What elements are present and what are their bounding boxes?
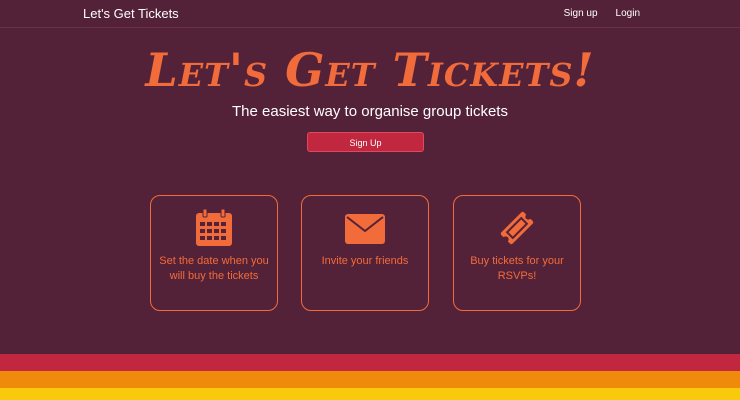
ticket-icon (454, 208, 580, 248)
feature-text-date: Set the date when you will buy the ticke… (159, 255, 269, 282)
nav-signup-link[interactable]: Sign up (564, 8, 598, 19)
nav-login-link[interactable]: Login (616, 8, 640, 19)
footer-stripe-red (0, 354, 740, 371)
footer-stripe-yellow (0, 388, 740, 400)
envelope-icon (302, 208, 428, 248)
feature-card-date: Set the date when you will buy the ticke… (150, 195, 278, 311)
feature-card-buy: Buy tickets for your RSVPs! (453, 195, 581, 311)
hero-title: Let's Get Tickets! (145, 43, 595, 97)
footer-stripe-orange (0, 371, 740, 388)
feature-text-invite: Invite your friends (321, 255, 409, 267)
signup-button[interactable]: Sign Up (307, 132, 424, 152)
calendar-icon (151, 208, 277, 248)
page: Let's Get Tickets Sign up Login Let's Ge… (0, 0, 740, 400)
feature-card-invite: Invite your friends (301, 195, 429, 311)
nav-links: Sign up Login (564, 8, 640, 19)
feature-text-buy: Buy tickets for your RSVPs! (470, 255, 564, 282)
hero-subtitle: The easiest way to organise group ticket… (232, 103, 508, 120)
brand-link[interactable]: Let's Get Tickets (83, 6, 179, 21)
navbar: Let's Get Tickets Sign up Login (0, 0, 740, 28)
